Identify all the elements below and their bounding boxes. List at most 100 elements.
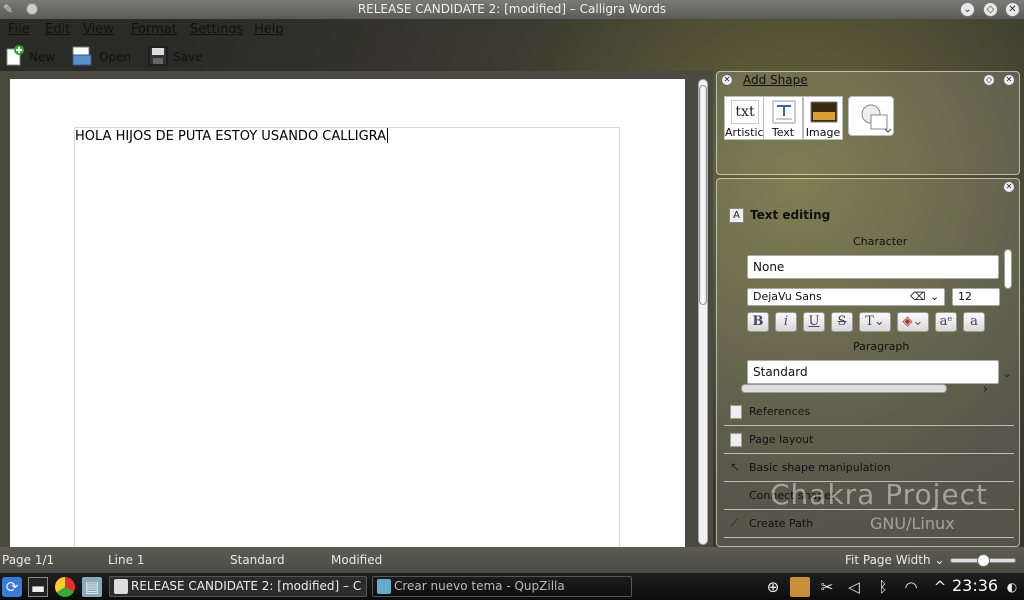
file-manager-icon[interactable]: ▤ xyxy=(82,577,102,597)
clipboard-scissors-icon[interactable]: ✂ xyxy=(817,577,837,597)
superscript-button[interactable]: aᵉ xyxy=(935,312,957,332)
window-title: RELEASE CANDIDATE 2: [modified] – Callig… xyxy=(357,2,667,16)
main-toolbar: New Open Save xyxy=(0,41,1024,71)
image-shape-icon xyxy=(810,101,838,123)
background-color-button[interactable]: ◈⌄ xyxy=(897,312,929,332)
new-button[interactable]: New xyxy=(5,45,57,67)
taskbar: ⟳ ▬ ▤ RELEASE CANDIDATE 2: [modified] – … xyxy=(0,573,1024,600)
character-style-select[interactable]: None xyxy=(747,255,999,279)
text-color-button[interactable]: T⌄ xyxy=(859,312,891,332)
task-calligra-label: RELEASE CANDIDATE 2: [modified] – C xyxy=(131,579,362,593)
text-tool-icon: A xyxy=(729,208,744,223)
font-size-spinbox[interactable]: 12 xyxy=(952,288,1000,306)
character-header: Character xyxy=(853,235,908,248)
open-label: Open xyxy=(99,50,132,64)
menu-view[interactable]: View xyxy=(83,22,114,37)
add-shape-title: Add Shape xyxy=(743,73,808,87)
scroll-down-arrow-icon[interactable]: ⌄ xyxy=(1003,369,1011,380)
volume-icon[interactable]: ◁ xyxy=(844,577,864,597)
artistic-text-icon: txt xyxy=(731,100,759,124)
chromium-icon[interactable] xyxy=(55,577,75,597)
title-bar: ✎ RELEASE CANDIDATE 2: [modified] – Call… xyxy=(0,0,1024,19)
kickoff-menu-icon[interactable]: ⟳ xyxy=(2,577,22,597)
text-cursor xyxy=(387,128,389,143)
document-area: HOLA HIJOS DE PUTA ESTOY USANDO CALLIGRA xyxy=(0,71,713,547)
terminal-icon[interactable]: ▬ xyxy=(28,577,48,597)
menu-help[interactable]: Help xyxy=(254,22,284,37)
bluetooth-icon[interactable]: ᛒ xyxy=(873,577,893,597)
options-vertical-scrollbar[interactable]: ⌄ xyxy=(1003,239,1013,399)
paragraph-header: Paragraph xyxy=(853,340,910,353)
calligra-task-icon xyxy=(114,579,128,594)
status-bar: Page 1/1 Line 1 Standard Modified Fit Pa… xyxy=(0,547,1024,573)
strikethrough-button[interactable]: S xyxy=(831,312,853,332)
artistic-label: Artistic xyxy=(725,126,764,139)
wifi-icon[interactable]: ◠ xyxy=(901,577,921,597)
task-qupzilla-label: Crear nuevo tema - QupZilla xyxy=(394,579,565,593)
task-qupzilla[interactable]: Crear nuevo tema - QupZilla xyxy=(372,576,632,597)
docker-close-button[interactable]: ✕ xyxy=(1003,181,1015,193)
italic-button[interactable]: i xyxy=(775,312,797,332)
font-family-combo[interactable]: DejaVu Sans ⌫ ⌄ xyxy=(747,288,945,306)
new-label: New xyxy=(29,50,56,64)
save-label: Save xyxy=(173,50,203,64)
tool-references[interactable]: References xyxy=(724,402,1014,426)
close-button[interactable]: ✕ xyxy=(1005,2,1020,17)
task-calligra-words[interactable]: RELEASE CANDIDATE 2: [modified] – C xyxy=(109,576,367,597)
docker-float-icon[interactable]: ✕ xyxy=(721,74,733,86)
docker-close-button[interactable]: ✕ xyxy=(1003,74,1015,86)
options-horizontal-scrollbar[interactable] xyxy=(741,384,947,393)
page-canvas[interactable]: HOLA HIJOS DE PUTA ESTOY USANDO CALLIGRA xyxy=(10,79,685,547)
save-button[interactable]: Save xyxy=(148,45,208,67)
menu-edit[interactable]: Edit xyxy=(45,22,70,37)
font-family-value: DejaVu Sans xyxy=(753,290,822,303)
page-layout-icon xyxy=(730,433,742,447)
minimize-button[interactable]: ⌄ xyxy=(960,2,975,17)
scroll-right-arrow-icon[interactable]: › xyxy=(983,382,988,396)
document-text-content[interactable]: HOLA HIJOS DE PUTA ESTOY USANDO CALLIGRA xyxy=(75,129,386,144)
panel-toolbox-icon[interactable]: ◐ xyxy=(1002,577,1022,597)
text-editing-title: Text editing xyxy=(750,208,831,222)
document-vertical-scrollbar[interactable] xyxy=(695,79,711,545)
docker-detach-button[interactable]: ◇ xyxy=(983,74,995,86)
image-shape[interactable]: Image xyxy=(803,96,843,140)
zoom-mode-select[interactable]: Fit Page Width ⌄ xyxy=(845,553,945,567)
tool-page-layout[interactable]: Page layout xyxy=(724,430,1014,454)
pointer-icon: ↖ xyxy=(730,460,741,474)
more-shapes-button[interactable] xyxy=(848,96,894,136)
page-indicator: Page 1/1 xyxy=(2,553,55,567)
underline-button[interactable]: U xyxy=(803,312,825,332)
zoom-slider[interactable] xyxy=(950,554,1016,567)
zoom-slider-handle[interactable] xyxy=(977,554,990,567)
text-frame-border xyxy=(74,127,620,547)
image-label: Image xyxy=(805,126,841,139)
open-folder-icon xyxy=(72,46,92,66)
add-widget-icon[interactable]: ⊕ xyxy=(763,577,783,597)
tray-expand-icon[interactable]: ^ xyxy=(930,577,950,597)
chevron-down-icon[interactable]: ⌄ xyxy=(930,289,939,305)
text-shape[interactable]: Text xyxy=(763,96,803,140)
options-scrollbar-thumb[interactable] xyxy=(1004,249,1012,289)
maximize-button[interactable]: ◇ xyxy=(983,2,998,17)
basic-shape-manipulation-label: Basic shape manipulation xyxy=(749,461,891,474)
artistic-text-shape[interactable]: txt Artistic xyxy=(724,96,764,140)
menu-settings[interactable]: Settings xyxy=(190,22,243,37)
menu-file[interactable]: File xyxy=(8,22,30,37)
menu-format[interactable]: Format xyxy=(131,22,177,37)
clock[interactable]: 23:36 xyxy=(952,576,998,595)
shapes-collection-icon xyxy=(861,104,892,133)
add-shape-docker: ✕ Add Shape ◇ ✕ txt Artistic Text Image xyxy=(716,71,1020,175)
menu-bar: File Edit View Format Settings Help xyxy=(0,19,1024,41)
open-button[interactable]: Open xyxy=(72,45,132,67)
document-text[interactable]: HOLA HIJOS DE PUTA ESTOY USANDO CALLIGRA xyxy=(75,128,389,144)
subscript-button[interactable]: a xyxy=(963,312,985,332)
paragraph-style-select[interactable]: Standard xyxy=(747,360,999,384)
package-icon[interactable] xyxy=(790,577,810,597)
scrollbar-thumb[interactable] xyxy=(699,85,707,305)
references-label: References xyxy=(749,405,811,418)
line-indicator: Line 1 xyxy=(108,553,145,567)
clear-text-icon[interactable]: ⌫ xyxy=(910,289,926,305)
bold-button[interactable]: B xyxy=(747,312,769,332)
references-icon xyxy=(730,405,742,419)
tool-create-path[interactable]: ⟋ Create Path xyxy=(724,514,1014,538)
